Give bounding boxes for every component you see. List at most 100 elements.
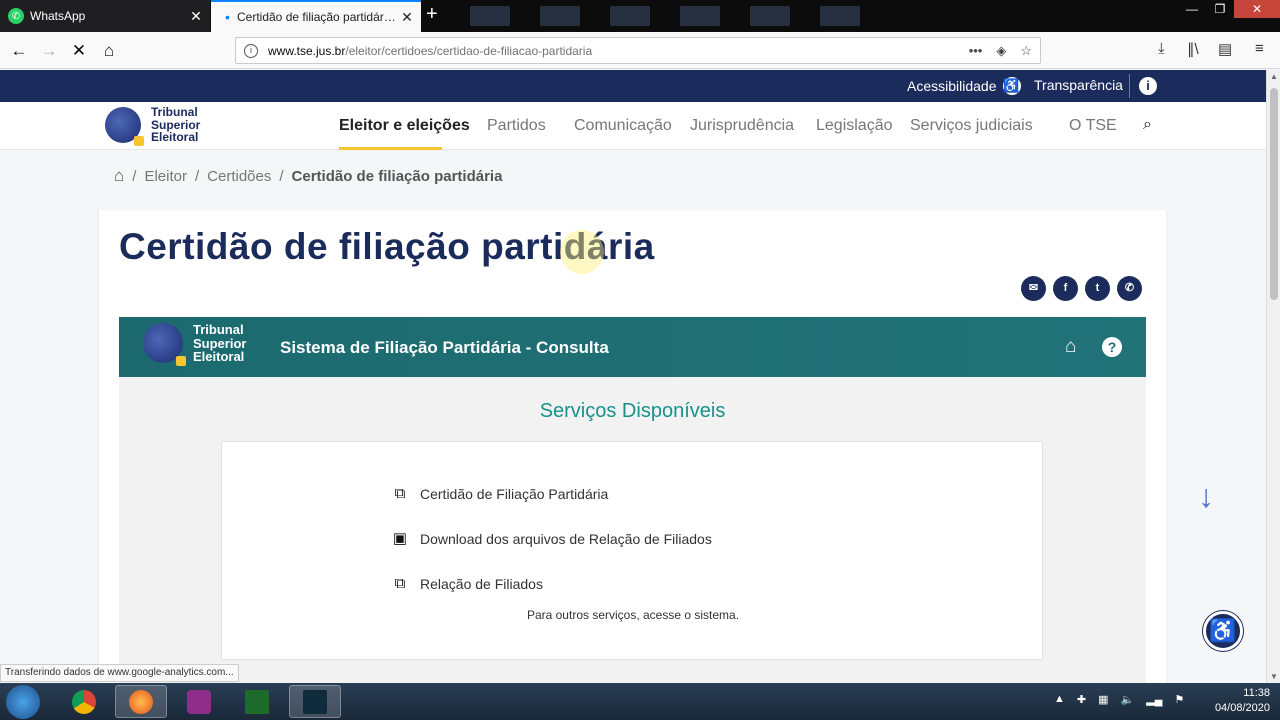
browser-tabstrip: ✆ WhatsApp ✕ • Certidão de filiação part… (0, 0, 1280, 32)
help-icon[interactable]: ? (1102, 337, 1122, 357)
chrome-taskbar-icon[interactable] (58, 685, 110, 718)
tab-whatsapp[interactable]: ✆ WhatsApp ✕ (0, 0, 210, 32)
transparency-link[interactable]: Transparência (1034, 77, 1123, 93)
scroll-down-icon[interactable]: ▼ (1267, 672, 1280, 681)
download-icon[interactable]: ⤓ (1158, 40, 1165, 57)
tray-network-icon[interactable]: ▦ (1098, 693, 1108, 706)
pocket-icon[interactable]: ◈ (996, 43, 1006, 59)
tse-logo-system: Tribunal Superior Eleitoral (143, 323, 247, 367)
top-utility-bar: Acessibilidade ♿ Transparência i (0, 70, 1266, 102)
volume-icon[interactable]: 🔈 (1121, 693, 1135, 706)
tray-app-icon[interactable]: ✚ (1077, 693, 1086, 706)
twitter-share-icon[interactable]: t (1085, 276, 1110, 301)
stop-loading-button[interactable]: ✕ (68, 40, 90, 62)
tab-title: WhatsApp (30, 9, 86, 23)
browser-navbar: ← → ✕ ⌂ i www.tse.jus.br/eleitor/certido… (0, 32, 1280, 69)
accessibility-link[interactable]: Acessibilidade ♿ (907, 77, 1021, 95)
start-button[interactable] (6, 685, 40, 719)
scroll-down-arrow-icon[interactable]: ↓ (1198, 478, 1214, 515)
info-icon: i (1139, 77, 1157, 95)
library-icon[interactable]: ∥\ (1187, 40, 1199, 58)
main-navigation: Tribunal Superior Eleitoral Eleitor e el… (0, 102, 1266, 150)
services-list: ⧉ Certidão de Filiação Partidária ▣ Down… (221, 441, 1043, 660)
tray-arrow-icon[interactable]: ▲ (1054, 693, 1065, 706)
meeting-app-taskbar-icon[interactable] (173, 685, 225, 718)
home-icon[interactable]: ⌂ (114, 166, 124, 186)
browser-status-bar: Transferindo dados de www.google-analyti… (0, 664, 239, 682)
service-relacao-link[interactable]: ⧉ Relação de Filiados (390, 574, 543, 594)
service-certidao-link[interactable]: ⧉ Certidão de Filiação Partidária (390, 484, 609, 504)
scroll-up-arrow-icon[interactable]: ▲ (1267, 72, 1280, 81)
page-actions-icon[interactable]: ••• (969, 43, 983, 59)
page-scrollbar[interactable]: ▲ ▼ (1266, 70, 1280, 683)
breadcrumb-certidoes[interactable]: Certidões (207, 168, 271, 185)
minimize-button[interactable]: — (1178, 0, 1206, 18)
nav-servicos-judiciais[interactable]: Serviços judiciais (910, 117, 1033, 135)
logo-text-line1: Tribunal (151, 105, 198, 119)
loading-dot-icon: • (225, 9, 230, 25)
site-info-icon[interactable]: i (244, 43, 258, 58)
restore-button[interactable]: ❐ (1206, 0, 1234, 18)
share-buttons: ✉ f t ✆ (1021, 276, 1142, 301)
logo-text-line3: Eleitoral (151, 130, 199, 145)
breadcrumb-current: Certidão de filiação partidária (291, 167, 503, 185)
logo-text-line2: Superior (193, 335, 247, 351)
home-button[interactable]: ⌂ (98, 40, 120, 62)
nav-comunicacao[interactable]: Comunicação (574, 117, 672, 135)
search-icon[interactable]: ⌕ (1143, 116, 1152, 134)
taskbar: ▲ ✚ ▦ 🔈 ▂▄ ⚑ 11:38 04/08/2020 (0, 683, 1280, 720)
system-header-bar: Tribunal Superior Eleitoral Sistema de F… (119, 317, 1146, 377)
services-heading: Serviços Disponíveis (539, 400, 726, 422)
nav-jurisprudencia[interactable]: Jurisprudência (690, 117, 794, 135)
bookmark-star-icon[interactable]: ☆ (1020, 43, 1032, 59)
back-button[interactable]: ← (8, 40, 30, 62)
close-tab-icon[interactable]: ✕ (186, 8, 206, 25)
info-link[interactable]: i (1139, 77, 1157, 95)
facebook-share-icon[interactable]: f (1053, 276, 1078, 301)
service-download-link[interactable]: ▣ Download dos arquivos de Relação de Fi… (390, 529, 712, 549)
service-label: Relação de Filiados (420, 576, 543, 592)
tse-logo[interactable]: Tribunal Superior Eleitoral (105, 105, 200, 146)
menu-icon[interactable]: ≡ (1255, 40, 1264, 57)
nav-legislacao[interactable]: Legislação (816, 117, 893, 135)
email-share-icon[interactable]: ✉ (1021, 276, 1046, 301)
url-bar[interactable]: i www.tse.jus.br/eleitor/certidoes/certi… (235, 37, 1041, 64)
new-tab-button[interactable]: + (426, 3, 438, 26)
sidebar-icon[interactable]: ▤ (1218, 40, 1232, 58)
whatsapp-share-icon[interactable]: ✆ (1117, 276, 1142, 301)
accessibility-widget-button[interactable]: ♿ (1203, 611, 1243, 651)
system-home-icon[interactable]: ⌂ (1065, 336, 1076, 358)
flag-icon[interactable]: ⚑ (1174, 693, 1184, 706)
app-s-taskbar-icon[interactable] (289, 685, 341, 718)
services-note: Para outros serviços, acesse o sistema. (526, 608, 740, 622)
service-label: Download dos arquivos de Relação de Fili… (420, 531, 712, 547)
forward-button[interactable]: → (38, 40, 60, 62)
transparency-label: Transparência (1034, 77, 1123, 93)
tse-globe-logo (143, 323, 186, 367)
system-title: Sistema de Filiação Partidária - Consult… (280, 338, 609, 357)
nav-eleitor[interactable]: Eleitor e eleições (339, 117, 470, 135)
external-link-icon: ⧉ (394, 485, 406, 502)
whatsapp-icon: ✆ (8, 8, 24, 24)
close-tab-icon[interactable]: ✕ (397, 9, 417, 26)
breadcrumb-eleitor[interactable]: Eleitor (144, 168, 187, 185)
url-text[interactable]: www.tse.jus.br/eleitor/certidoes/certida… (268, 44, 969, 58)
page-viewport: Acessibilidade ♿ Transparência i Tribuna… (0, 70, 1266, 683)
content-card: Certidão de filiação partidária ✉ f t ✆ … (99, 210, 1166, 683)
nav-partidos[interactable]: Partidos (487, 117, 546, 135)
service-label: Certidão de Filiação Partidária (420, 486, 609, 502)
active-nav-underline (339, 147, 442, 150)
close-window-button[interactable]: ✕ (1234, 0, 1280, 18)
clock-time: 11:38 (1243, 687, 1270, 699)
screen-recorder-taskbar-icon[interactable] (231, 685, 283, 718)
scrollbar-thumb[interactable] (1270, 88, 1278, 300)
tab-certidao[interactable]: • Certidão de filiação partidária - ✕ (211, 0, 421, 32)
accessibility-icon: ♿ (1002, 77, 1021, 95)
clock[interactable]: 11:38 04/08/2020 (1215, 686, 1270, 716)
firefox-taskbar-icon[interactable] (115, 685, 167, 718)
window-controls: — ❐ ✕ (1178, 0, 1280, 20)
signal-icon[interactable]: ▂▄ (1146, 693, 1162, 706)
nav-o-tse[interactable]: O TSE (1069, 117, 1117, 135)
logo-text-line3: Eleitoral (193, 349, 245, 365)
window-thumbnails (470, 6, 860, 26)
